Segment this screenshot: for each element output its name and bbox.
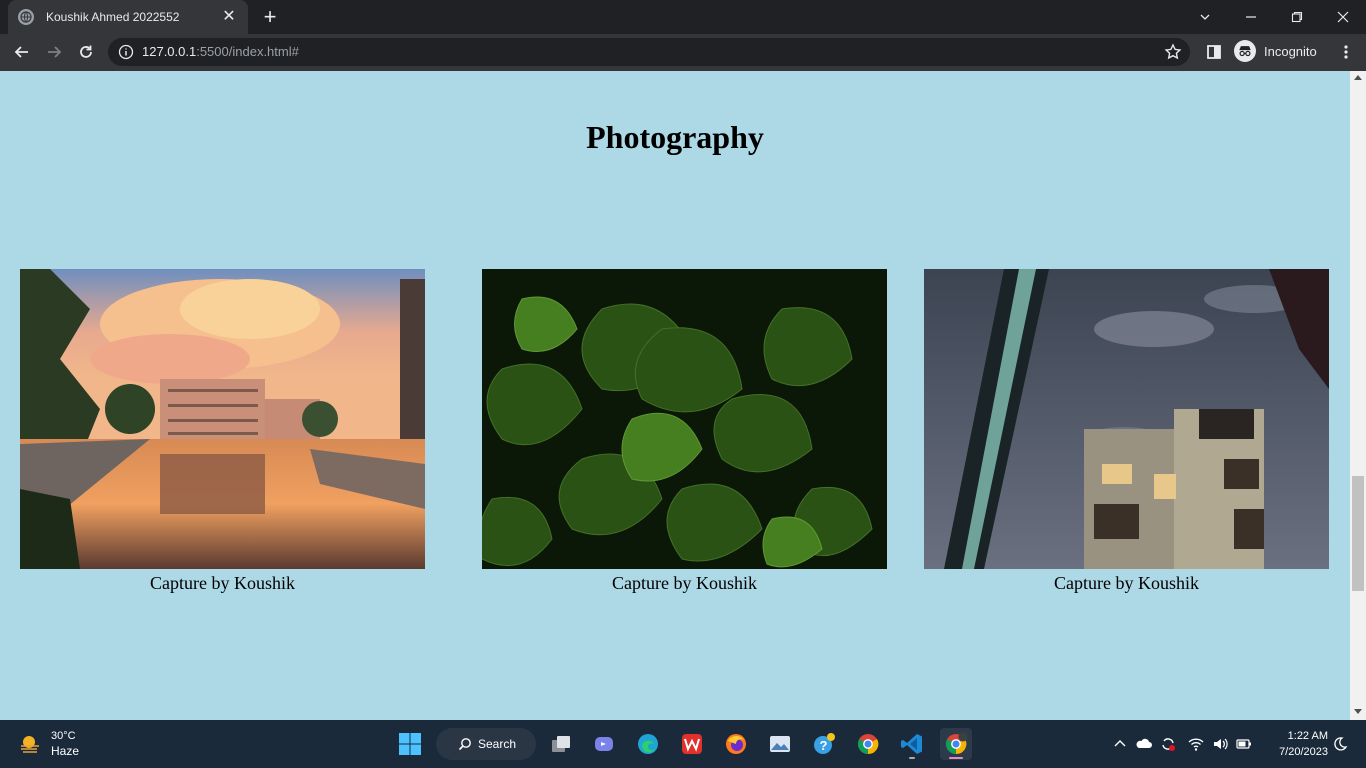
start-button[interactable]: [394, 728, 426, 760]
incognito-indicator[interactable]: Incognito: [1234, 40, 1317, 62]
photo-caption: Capture by Koushik: [1054, 573, 1199, 593]
photo-image[interactable]: [20, 269, 425, 569]
show-hidden-icons[interactable]: [1110, 734, 1130, 754]
photo-caption: Capture by Koushik: [150, 573, 295, 593]
back-button[interactable]: [8, 38, 36, 66]
search-icon: [458, 738, 471, 751]
weather-desc: Haze: [51, 744, 80, 758]
forward-button[interactable]: [40, 38, 68, 66]
bookmark-star-icon[interactable]: [1164, 43, 1182, 61]
clock-date: 7/20/2023: [1279, 746, 1328, 758]
chrome-incognito-icon[interactable]: [940, 728, 972, 760]
help-app-icon[interactable]: ?: [808, 728, 840, 760]
photos-app-icon[interactable]: [764, 728, 796, 760]
address-bar[interactable]: 127.0.0.1:5500/index.html#: [108, 38, 1190, 66]
reload-button[interactable]: [72, 38, 100, 66]
tab-search-icon[interactable]: [1182, 0, 1228, 34]
photo-card: Capture by Koushik: [924, 269, 1329, 594]
wifi-icon[interactable]: [1186, 734, 1206, 754]
edge-browser-icon[interactable]: [632, 728, 664, 760]
scroll-down-icon[interactable]: [1354, 709, 1362, 714]
incognito-icon: [1234, 40, 1256, 62]
photo-image[interactable]: [482, 269, 887, 569]
system-clock[interactable]: 1:22 AM 7/20/2023: [1262, 728, 1328, 760]
menu-kebab-icon[interactable]: [1332, 38, 1360, 66]
firefox-icon[interactable]: [720, 728, 752, 760]
restore-button[interactable]: [1274, 0, 1320, 34]
photo-caption: Capture by Koushik: [612, 573, 757, 593]
weather-temp: 30°C: [51, 730, 76, 742]
tab-strip: Koushik Ahmed 2022552 ✕ +: [0, 0, 1366, 34]
url-text: 127.0.0.1:5500/index.html#: [142, 44, 299, 59]
browser-toolbar: 127.0.0.1:5500/index.html# Incognito: [0, 34, 1366, 71]
taskbar: 30°C Haze Search ? 1:22 AM 7/20/2023: [0, 720, 1366, 768]
search-label: Search: [478, 737, 517, 751]
sync-icon[interactable]: [1158, 734, 1178, 754]
windows-logo-icon: [399, 733, 421, 755]
volume-icon[interactable]: [1210, 734, 1230, 754]
scrollbar-thumb[interactable]: [1352, 476, 1364, 591]
page-viewport: Photography Capture by Koushik Capture b…: [0, 71, 1350, 720]
active-indicator: [949, 757, 963, 759]
photo-image[interactable]: [924, 269, 1329, 569]
scroll-up-icon[interactable]: [1354, 75, 1362, 80]
chrome-icon[interactable]: [852, 728, 884, 760]
close-window-button[interactable]: [1320, 0, 1366, 34]
haze-icon: [21, 736, 39, 753]
site-info-icon[interactable]: [118, 44, 134, 60]
running-indicator: [909, 757, 915, 759]
browser-tab[interactable]: Koushik Ahmed 2022552 ✕: [8, 0, 248, 34]
teams-chat-icon[interactable]: [588, 728, 620, 760]
side-panel-icon[interactable]: [1200, 38, 1228, 66]
close-tab-icon[interactable]: ✕: [220, 8, 238, 26]
incognito-label: Incognito: [1264, 43, 1317, 59]
do-not-disturb-icon[interactable]: [1330, 734, 1350, 754]
photo-card: Capture by Koushik: [20, 269, 425, 594]
task-view-icon[interactable]: [545, 728, 577, 760]
wps-office-icon[interactable]: [676, 728, 708, 760]
weather-widget[interactable]: 30°C Haze: [18, 729, 79, 759]
new-tab-button[interactable]: +: [258, 6, 282, 30]
svg-text:?: ?: [820, 738, 828, 753]
vscode-icon[interactable]: [896, 728, 928, 760]
page-title: Photography: [586, 119, 764, 155]
globe-icon: [18, 9, 34, 25]
photo-card: Capture by Koushik: [482, 269, 887, 594]
minimize-button[interactable]: [1228, 0, 1274, 34]
page-scrollbar[interactable]: [1350, 71, 1366, 720]
taskbar-search[interactable]: Search: [436, 728, 536, 760]
battery-icon[interactable]: [1234, 734, 1254, 754]
clock-time: 1:22 AM: [1287, 730, 1328, 742]
tab-title: Koushik Ahmed 2022552: [46, 10, 180, 24]
onedrive-icon[interactable]: [1134, 734, 1154, 754]
